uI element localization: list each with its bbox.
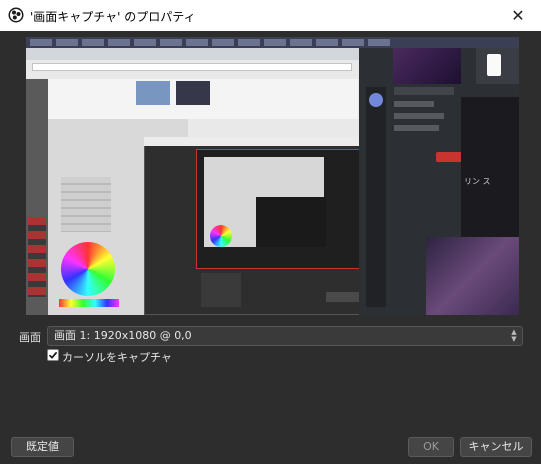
defaults-button[interactable]: 既定値 [11,437,74,457]
updown-arrows-icon: ▲ ▼ [511,328,517,343]
capture-cursor-checkbox[interactable] [47,349,59,361]
display-label: 画面 [19,331,41,344]
display-select-value: 画面 1: 1920x1080 @ 0,0 [54,329,192,342]
cancel-button[interactable]: キャンセル [460,437,532,457]
preview-side-text: リン ス [464,177,491,186]
close-button[interactable]: ✕ [495,0,541,31]
display-select[interactable]: 画面 1: 1920x1080 @ 0,0 ▲ ▼ [47,326,523,346]
capture-cursor-label: カーソルをキャプチャ [62,351,172,364]
checkmark-icon [48,351,58,359]
window-title: '画面キャプチャ' のプロパティ [30,10,196,24]
obs-icon [8,7,24,23]
ok-button[interactable]: OK [408,437,454,457]
title-bar: '画面キャプチャ' のプロパティ ✕ [0,0,541,31]
close-icon: ✕ [511,6,525,25]
source-preview: リン ス [26,37,519,315]
